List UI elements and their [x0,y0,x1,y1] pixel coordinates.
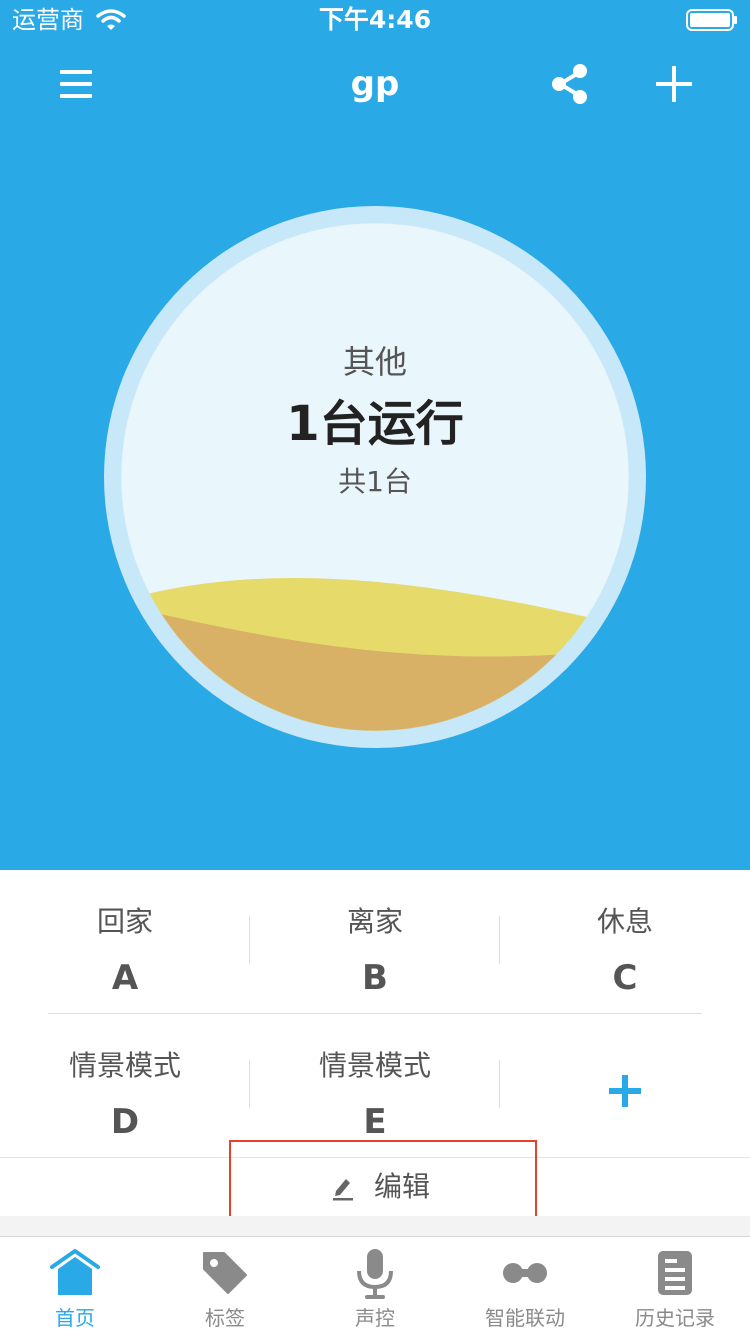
row-divider [48,1013,702,1014]
scene-letter: D [110,1102,140,1142]
tab-home[interactable]: 首页 [0,1237,150,1335]
scene-letter: B [362,958,388,998]
tag-icon [203,1252,247,1294]
tab-label: 标签 [205,1306,245,1330]
scene-rest[interactable]: 休息 C [500,880,750,1014]
tab-voice[interactable]: 声控 [300,1237,450,1335]
status-bar: 运营商 下午4:46 [0,0,750,40]
plus-icon [609,1075,641,1107]
scene-name: 回家 [96,905,153,938]
scene-letter: A [111,958,139,998]
add-scene-button[interactable] [500,1024,750,1158]
scene-name: 情景模式 [318,1049,431,1082]
total-count: 共1台 [338,465,412,498]
history-icon [658,1251,692,1295]
link-icon [503,1263,547,1283]
tab-label: 首页 [55,1306,95,1330]
scene-letter: C [612,958,638,998]
scene-away[interactable]: 离家 B [250,880,500,1014]
scene-letter: E [363,1102,387,1142]
battery-icon [686,9,737,31]
device-category: 其他 [342,343,407,381]
microphone-icon [357,1249,393,1299]
running-count: 1台运行 [286,396,464,452]
scene-home[interactable]: 回家 A [0,880,250,1014]
tab-label: 声控 [355,1306,395,1330]
highlight-box [229,1140,537,1220]
scene-name: 离家 [346,905,403,938]
tab-tags[interactable]: 标签 [150,1237,300,1335]
tab-label: 历史记录 [635,1306,715,1330]
separator-strip [0,1216,750,1236]
add-device-icon[interactable] [652,62,696,106]
home-icon [50,1249,100,1295]
tab-label: 智能联动 [485,1306,565,1330]
scene-name: 休息 [596,905,653,938]
tab-history[interactable]: 历史记录 [600,1237,750,1335]
clock: 下午4:46 [318,5,432,34]
tab-bar: 首页 标签 声控 智能联动 历史记录 [0,1236,750,1335]
scene-mode-d[interactable]: 情景模式 D [0,1024,250,1158]
share-icon[interactable] [548,62,592,106]
menu-icon[interactable] [56,64,96,104]
tab-automation[interactable]: 智能联动 [450,1237,600,1335]
scene-name: 情景模式 [68,1049,181,1082]
scene-mode-e[interactable]: 情景模式 E [250,1024,500,1158]
